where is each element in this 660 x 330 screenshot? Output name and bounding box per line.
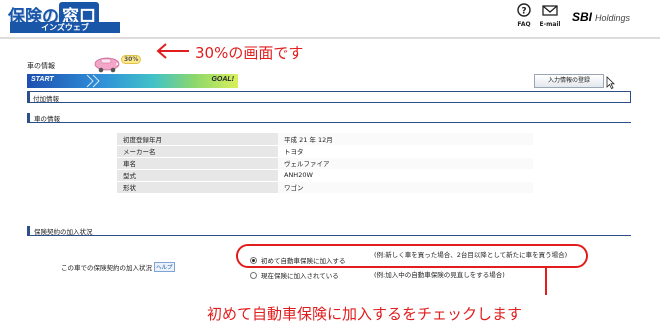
arrow-left-icon [156,43,189,59]
table-row: 型式 ANH20W [117,169,533,182]
section-vehicle-info: 車の情報 [27,112,631,123]
section-insurance-status: 保険契約の加入状況 [27,225,631,236]
progress-bar: START GOAL! [27,74,238,88]
progress-percent-badge: 30% [121,55,142,64]
row-label: 初度登録年月 [117,133,278,146]
progress-goal-label: GOAL! [211,76,234,83]
vehicle-info-table: 初度登録年月 平成 21 年 12月 メーカー名 トヨタ 車名 ヴェルファイア … [117,133,533,194]
car-icon [94,57,120,73]
logo-subtitle: インズウェブ [10,22,120,33]
email-label: E-mail [539,21,561,28]
site-header: 保険の 窓口 インズウェブ ? FAQ E-mail SBI Holdings [0,0,660,38]
option-example-text: (例:新しく車を買った場合、2台目以降として新たに車を買う場合) [374,251,568,259]
radio-currently-insured[interactable]: 現在保険に加入されている [250,270,339,280]
mouse-cursor-icon [606,76,615,89]
email-link[interactable]: E-mail [537,2,563,28]
row-value: トヨタ [278,145,533,158]
table-row: 車名 ヴェルファイア [117,157,533,170]
help-icon: ? [517,3,531,17]
sbi-text: Holdings [595,13,631,23]
help-link[interactable]: ヘルプ [154,262,175,272]
page-title: 車の情報 [27,62,55,70]
site-logo[interactable]: 保険の 窓口 インズウェブ [8,2,126,34]
section-additional-info: 付加情報 [27,91,631,103]
option-label: 現在保険に加入されている [261,272,339,280]
option-example-text: (例:加入中の自動車保険の見直しをする場合) [374,271,505,279]
section-additional-title: 付加情報 [33,95,59,103]
row-value: ANH20W [278,169,533,182]
faq-label: FAQ [517,21,531,28]
insurance-status-label: この車での保険契約の加入状況 ヘルプ [61,262,175,272]
input-info-register-button[interactable]: 入力情報の登録 [534,74,604,88]
section-insurance-title: 保険契約の加入状況 [34,228,93,236]
section-vehicle-title: 車の情報 [34,115,60,123]
sbi-mark: SBI [572,10,593,24]
row-label: 形状 [117,181,278,194]
row-value: ワゴン [278,181,533,194]
annotation-top: 30%の画面です [195,44,304,62]
row-label: メーカー名 [117,145,278,158]
progress-start-label: START [31,76,54,83]
option-label: 初めて自動車保険に加入する [261,257,346,265]
table-row: 形状 ワゴン [117,181,533,194]
svg-text:?: ? [521,7,526,17]
radio-button[interactable] [250,272,257,279]
faq-link[interactable]: ? FAQ [511,2,537,28]
annotation-connector-line [545,268,547,295]
row-label: 型式 [117,169,278,182]
row-value: ヴェルファイア [278,157,533,170]
row-label: 車名 [117,157,278,170]
annotation-bottom: 初めて自動車保険に加入するをチェックします [207,305,523,323]
header-divider [0,37,660,39]
table-row: 初度登録年月 平成 21 年 12月 [117,133,533,146]
sbi-holdings-logo: SBI Holdings [572,8,630,26]
mail-icon [542,5,558,16]
table-row: メーカー名 トヨタ [117,145,533,158]
radio-first-time-insurance[interactable]: 初めて自動車保険に加入する [250,255,346,265]
radio-button-selected[interactable] [250,257,257,264]
row-value: 平成 21 年 12月 [278,133,533,146]
